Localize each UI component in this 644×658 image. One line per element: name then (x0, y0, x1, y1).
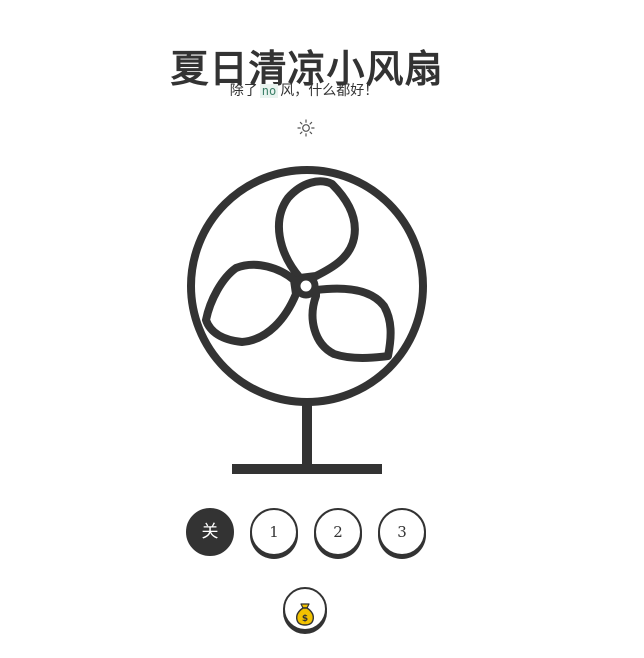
svg-text:$: $ (302, 614, 308, 624)
subtitle-highlight: no (259, 84, 279, 98)
speed-3-button[interactable]: 3 (378, 508, 426, 556)
page-subtitle: 除了 no 风，什么都好！ (0, 81, 608, 101)
fan-illustration (180, 160, 436, 480)
theme-toggle-button[interactable] (296, 118, 316, 138)
subtitle-text-after: 风，什么都好！ (280, 83, 379, 99)
fan-hub (293, 273, 319, 299)
speed-1-button[interactable]: 1 (250, 508, 298, 556)
fan-blades (202, 177, 395, 362)
speed-off-button[interactable]: 关 (186, 508, 234, 556)
speed-controls: 关 1 2 3 (186, 508, 432, 560)
fan-blade-bottom (308, 284, 395, 362)
sun-icon (297, 119, 315, 137)
fan-blade-top (274, 177, 359, 282)
fan-blade-left (202, 260, 300, 346)
speed-2-button[interactable]: 2 (314, 508, 362, 556)
subtitle-text-before: 除了 (229, 83, 258, 99)
tip-button[interactable]: $ (283, 587, 327, 631)
fan-stand-base (232, 464, 382, 474)
page: 夏日清凉小风扇 除了 no 风，什么都好！ 关 1 2 3 $ (0, 0, 644, 658)
money-bag-icon: $ (295, 602, 315, 626)
fan-stand-pole (302, 402, 312, 466)
